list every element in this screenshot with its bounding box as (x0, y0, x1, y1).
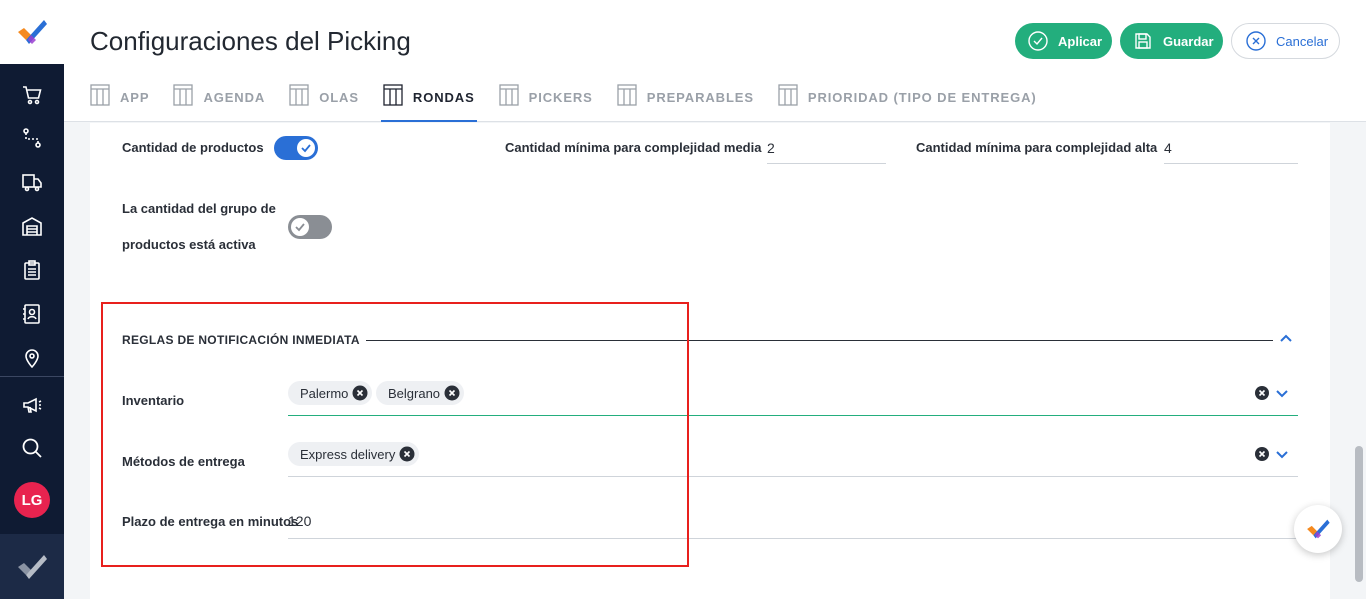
help-fab-button[interactable] (1294, 505, 1342, 553)
tab-pickers[interactable]: PICKERS (499, 82, 593, 122)
app-logo[interactable] (0, 0, 64, 64)
remove-chip-icon[interactable] (352, 385, 368, 401)
page-title: Configuraciones del Picking (90, 26, 411, 56)
tab-preparables[interactable]: PREPARABLES (617, 82, 754, 122)
chip-label: Belgrano (388, 385, 441, 401)
tab-label: PREPARABLES (646, 90, 754, 105)
tab-label: AGENDA (203, 90, 266, 105)
chip-palermo: Palermo (288, 381, 373, 405)
bottom-logo[interactable] (0, 534, 64, 599)
inventory-label: Inventario (122, 393, 185, 408)
clipboard-icon[interactable] (16, 254, 48, 286)
header: Configuraciones del Picking Aplicar Guar… (64, 0, 1366, 122)
min-medium-label: Cantidad mínima para complejidad media (505, 140, 762, 155)
chip-belgrano: Belgrano (376, 381, 465, 405)
delivery-deadline-label: Plazo de entrega en minutos (122, 514, 299, 529)
cancel-button[interactable]: Cancelar (1231, 23, 1340, 59)
save-button[interactable]: Guardar (1120, 23, 1223, 59)
section-title: REGLAS DE NOTIFICACIÓN INMEDIATA (122, 333, 360, 347)
remove-chip-icon[interactable] (399, 446, 415, 462)
inventory-select[interactable]: Palermo Belgrano (288, 378, 1298, 416)
warehouse-icon[interactable] (16, 210, 48, 242)
min-medium-value: 2 (767, 140, 775, 156)
delivery-truck-icon[interactable] (16, 166, 48, 198)
clear-all-icon[interactable] (1255, 447, 1269, 461)
search-icon[interactable] (16, 432, 48, 464)
min-high-value: 4 (1164, 140, 1172, 156)
check-icon (295, 223, 305, 232)
tab-label: PRIORIDAD (TIPO DE ENTREGA) (807, 90, 1037, 105)
tab-rondas[interactable]: RONDAS (380, 82, 477, 122)
apply-button-label: Aplicar (1058, 33, 1103, 49)
tab-olas[interactable]: OLAS (289, 82, 359, 122)
table-icon (778, 84, 798, 106)
sidebar: LG (0, 0, 64, 599)
tab-prioridad[interactable]: PRIORIDAD (TIPO DE ENTREGA) (778, 82, 1037, 122)
min-high-label: Cantidad mínima para complejidad alta (916, 140, 1158, 155)
chevron-down-icon[interactable] (1274, 385, 1290, 401)
sidebar-divider (0, 376, 64, 377)
tab-label: PICKERS (528, 90, 593, 105)
delivery-deadline-input[interactable]: 120 (288, 513, 1298, 539)
check-icon (301, 144, 311, 153)
toggle-knob (297, 139, 315, 157)
clear-all-icon[interactable] (1255, 386, 1269, 400)
table-icon (90, 84, 110, 106)
tabs-bar: APP AGENDA OLAS RONDAS PICKERS PREPARABL… (90, 82, 1061, 122)
cart-icon[interactable] (16, 79, 48, 111)
product-quantity-toggle[interactable] (274, 136, 318, 160)
group-active-toggle[interactable] (288, 215, 332, 239)
save-icon (1135, 33, 1151, 49)
group-active-label-line1: La cantidad del grupo de (122, 201, 276, 216)
table-icon (499, 84, 519, 106)
chip-label: Palermo (300, 385, 349, 401)
brand-logo-icon (18, 554, 47, 579)
table-icon (383, 84, 403, 106)
tab-label: OLAS (319, 90, 359, 105)
avatar[interactable]: LG (14, 482, 50, 518)
tab-label: APP (120, 90, 150, 105)
group-active-label-line2: productos está activa (122, 237, 256, 252)
location-pin-icon[interactable] (16, 342, 48, 374)
chip-label: Express delivery (300, 446, 396, 462)
delivery-deadline-value: 120 (288, 513, 312, 529)
check-circle-icon (1028, 31, 1048, 51)
cancel-button-label: Cancelar (1276, 33, 1329, 49)
delivery-methods-label: Métodos de entrega (122, 454, 245, 469)
chevron-up-icon[interactable] (1278, 330, 1294, 346)
chip-express-delivery: Express delivery (288, 442, 420, 466)
chevron-down-icon[interactable] (1274, 446, 1290, 462)
tab-app[interactable]: APP (90, 82, 149, 122)
contacts-icon[interactable] (16, 298, 48, 330)
table-icon (173, 84, 194, 106)
tab-agenda[interactable]: AGENDA (173, 82, 265, 122)
rondas-settings-panel: Cantidad de productos Cantidad mínima pa… (90, 123, 1330, 599)
min-medium-input[interactable]: 2 (767, 140, 886, 164)
brand-logo-icon (1307, 519, 1330, 539)
scrollbar-thumb[interactable] (1355, 446, 1363, 582)
close-circle-icon (1246, 31, 1266, 51)
table-icon (617, 84, 637, 106)
min-high-input[interactable]: 4 (1164, 140, 1298, 164)
remove-chip-icon[interactable] (444, 385, 460, 401)
avatar-initials: LG (21, 491, 43, 509)
delivery-methods-select[interactable]: Express delivery (288, 439, 1298, 477)
apply-button[interactable]: Aplicar (1015, 23, 1112, 59)
table-icon (289, 84, 309, 106)
toggle-knob (291, 218, 309, 236)
brand-logo-icon (18, 20, 47, 44)
save-button-label: Guardar (1163, 33, 1214, 49)
route-icon[interactable] (16, 122, 48, 154)
section-divider (366, 340, 1273, 341)
megaphone-icon[interactable] (16, 389, 48, 421)
product-quantity-label: Cantidad de productos (122, 140, 264, 155)
tab-label: RONDAS (412, 90, 475, 105)
